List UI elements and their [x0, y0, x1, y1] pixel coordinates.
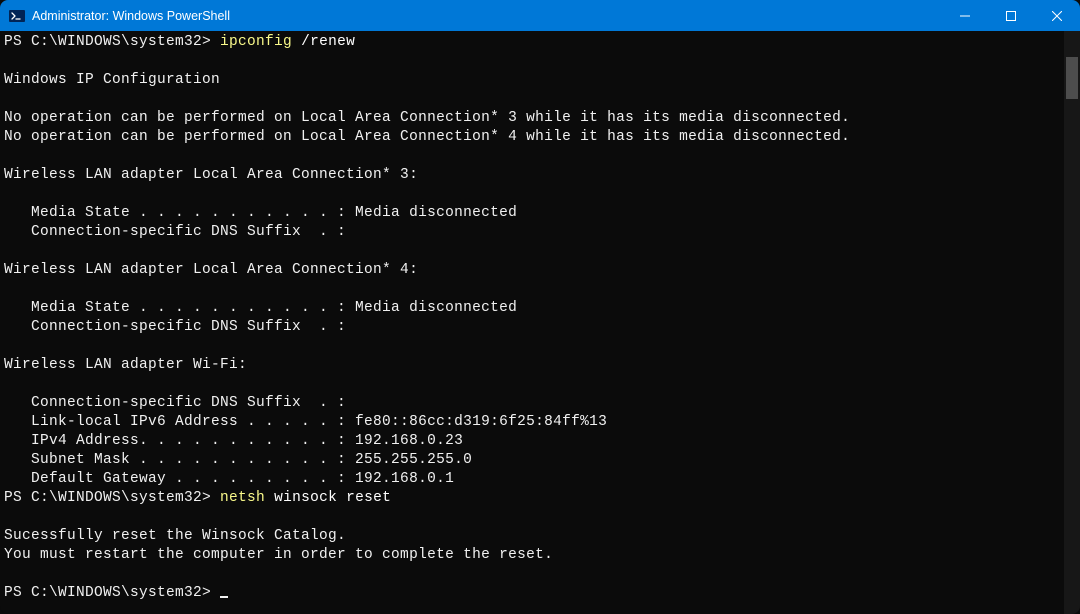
output-line: IPv4 Address. . . . . . . . . . . : 192.…: [4, 433, 463, 449]
scrollbar-thumb[interactable]: [1066, 57, 1078, 99]
output-line: Media State . . . . . . . . . . . : Medi…: [4, 300, 517, 316]
output-line: You must restart the computer in order t…: [4, 547, 553, 563]
output-line: Wireless LAN adapter Wi-Fi:: [4, 357, 247, 373]
cursor: [220, 596, 228, 598]
window-title: Administrator: Windows PowerShell: [32, 9, 942, 23]
prompt: PS C:\WINDOWS\system32>: [4, 585, 220, 601]
terminal-area: PS C:\WINDOWS\system32> ipconfig /renew …: [0, 31, 1080, 614]
output-line: Windows IP Configuration: [4, 72, 220, 88]
output-line: Connection-specific DNS Suffix . :: [4, 319, 346, 335]
scrollbar[interactable]: [1064, 31, 1080, 614]
command-netsh: netsh: [220, 490, 274, 506]
window-controls: [942, 0, 1080, 31]
output-line: Connection-specific DNS Suffix . :: [4, 395, 346, 411]
output-line: Media State . . . . . . . . . . . : Medi…: [4, 205, 517, 221]
close-button[interactable]: [1034, 0, 1080, 31]
powershell-window: Administrator: Windows PowerShell PS C:\…: [0, 0, 1080, 614]
command-ipconfig: ipconfig: [220, 34, 301, 50]
output-line: Connection-specific DNS Suffix . :: [4, 224, 346, 240]
output-line: Default Gateway . . . . . . . . . : 192.…: [4, 471, 454, 487]
output-line: Sucessfully reset the Winsock Catalog.: [4, 528, 346, 544]
command-netsh-args: winsock reset: [274, 490, 391, 506]
prompt: PS C:\WINDOWS\system32>: [4, 490, 220, 506]
output-line: Wireless LAN adapter Local Area Connecti…: [4, 262, 418, 278]
minimize-button[interactable]: [942, 0, 988, 31]
terminal-output[interactable]: PS C:\WINDOWS\system32> ipconfig /renew …: [0, 31, 1064, 614]
powershell-icon: [8, 7, 26, 25]
output-line: No operation can be performed on Local A…: [4, 129, 850, 145]
output-line: Subnet Mask . . . . . . . . . . . : 255.…: [4, 452, 472, 468]
output-line: Wireless LAN adapter Local Area Connecti…: [4, 167, 418, 183]
maximize-button[interactable]: [988, 0, 1034, 31]
command-ipconfig-arg: /renew: [301, 34, 355, 50]
output-line: Link-local IPv6 Address . . . . . : fe80…: [4, 414, 607, 430]
titlebar[interactable]: Administrator: Windows PowerShell: [0, 0, 1080, 31]
prompt: PS C:\WINDOWS\system32>: [4, 34, 220, 50]
output-line: No operation can be performed on Local A…: [4, 110, 850, 126]
